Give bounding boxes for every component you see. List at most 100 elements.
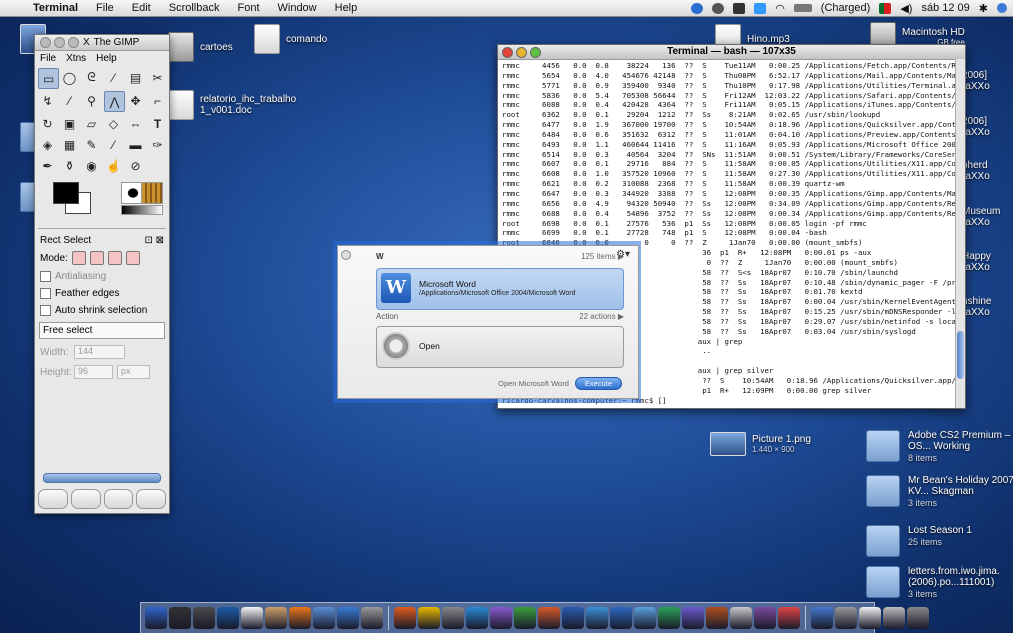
color-select-tool-icon[interactable]: ▤ xyxy=(126,68,145,87)
flip-tool-icon[interactable]: ⇔ xyxy=(126,114,145,133)
close-button[interactable] xyxy=(502,47,513,58)
mode-replace-button[interactable] xyxy=(71,251,86,265)
dock-app-icon[interactable] xyxy=(538,607,560,629)
desktop-folder-mrbean[interactable]: Mr Bean's Holiday 2007 KV... Skagman 3 it… xyxy=(866,475,1013,508)
search-query[interactable]: W xyxy=(376,252,384,261)
dock-app-icon[interactable] xyxy=(907,607,929,629)
minimize-button[interactable] xyxy=(54,37,65,48)
dock-app-icon[interactable] xyxy=(217,607,239,629)
dock-app-icon[interactable] xyxy=(394,607,416,629)
menu-terminal[interactable]: Terminal xyxy=(24,2,87,14)
menu-window[interactable]: Window xyxy=(269,2,326,14)
scale-tool-icon[interactable]: ▣ xyxy=(60,114,79,133)
spotlight-icon[interactable] xyxy=(997,3,1007,13)
lasso-tool-icon[interactable]: ᘓ xyxy=(82,68,101,87)
dodge-burn-tool-icon[interactable]: ⊘ xyxy=(126,156,145,175)
perspective-tool-icon[interactable]: ◇ xyxy=(104,114,123,133)
wifi-icon[interactable]: ◠ xyxy=(775,2,785,15)
mode-intersect-button[interactable] xyxy=(125,251,140,265)
zoom-button[interactable] xyxy=(68,37,79,48)
dock-app-icon[interactable] xyxy=(289,607,311,629)
close-icon[interactable] xyxy=(341,250,351,260)
zoom-button[interactable] xyxy=(530,47,541,58)
input-flag-icon[interactable] xyxy=(879,2,892,14)
dock-app-icon[interactable] xyxy=(241,607,263,629)
save-options-button[interactable] xyxy=(38,489,68,509)
move-tool-icon[interactable]: ✥ xyxy=(126,91,145,110)
dock-app-icon[interactable] xyxy=(337,607,359,629)
dock-app-icon[interactable] xyxy=(490,607,512,629)
rect-select-tool-icon[interactable]: ▭ xyxy=(38,68,59,89)
dock-app-icon[interactable] xyxy=(610,607,632,629)
execute-button[interactable]: Execute xyxy=(574,377,622,390)
dock-app-icon[interactable] xyxy=(442,607,464,629)
magic-wand-tool-icon[interactable]: ⁄ xyxy=(104,68,123,87)
blur-tool-icon[interactable]: ◉ xyxy=(82,156,101,175)
tool-options-buttons-icon[interactable]: ⊡ ⊠ xyxy=(144,235,164,246)
sync-status-icon[interactable] xyxy=(712,2,725,14)
desktop-icon-cartoes[interactable]: cartoes xyxy=(168,32,233,62)
bluetooth-status-icon[interactable] xyxy=(754,2,767,14)
feather-checkbox[interactable] xyxy=(40,288,51,299)
desktop-label-truncated[interactable]: 2006] -aXXo xyxy=(962,116,990,138)
pencil-tool-icon[interactable]: ✎ xyxy=(82,135,101,154)
paths-tool-icon[interactable]: ↯ xyxy=(38,91,57,110)
items-count[interactable]: 125 items ▶ xyxy=(581,252,624,261)
gimp-menu-file[interactable]: File xyxy=(40,53,56,64)
measure-tool-icon[interactable]: ⋀ xyxy=(104,91,125,112)
selection-mode-select[interactable]: Free select xyxy=(39,322,165,339)
close-button[interactable] xyxy=(40,37,51,48)
terminal-scrollbar[interactable] xyxy=(955,59,965,408)
menu-edit[interactable]: Edit xyxy=(123,2,160,14)
desktop-label-truncated[interactable]: nshine -aXXo xyxy=(962,296,991,318)
width-field[interactable]: 144 xyxy=(74,345,125,359)
direct-object-pane[interactable]: W Microsoft Word /Applications/Microsoft… xyxy=(376,268,624,310)
paintbrush-tool-icon[interactable]: ⁄ xyxy=(104,135,123,154)
minimize-button[interactable] xyxy=(516,47,527,58)
dock-app-icon[interactable] xyxy=(193,607,215,629)
desktop-label-truncated[interactable]: pherd -aXXo xyxy=(962,160,990,182)
dock-app-icon[interactable] xyxy=(361,607,383,629)
desktop-folder-letters[interactable]: letters.from.iwo.jima.(2006).po...111001… xyxy=(866,566,1013,599)
dock-app-icon[interactable] xyxy=(778,607,800,629)
desktop-icon-relatorio[interactable]: relatorio_ihc_trabalho 1_v001.doc xyxy=(168,90,296,120)
shear-tool-icon[interactable]: ▱ xyxy=(82,114,101,133)
mode-add-button[interactable] xyxy=(89,251,104,265)
mode-subtract-button[interactable] xyxy=(107,251,122,265)
dock-app-icon[interactable] xyxy=(811,607,833,629)
crop-tool-icon[interactable]: ⌐ xyxy=(148,91,167,110)
dock-app-icon[interactable] xyxy=(859,607,881,629)
airbrush-tool-icon[interactable]: ✑ xyxy=(148,135,167,154)
antialiasing-checkbox[interactable] xyxy=(40,271,51,282)
desktop-icon-picture[interactable]: Picture 1.png 1.440 × 900 xyxy=(710,432,811,456)
clone-tool-icon[interactable]: ⚱ xyxy=(60,156,79,175)
bluetooth-icon[interactable]: ✱ xyxy=(979,2,988,15)
dock-app-icon[interactable] xyxy=(466,607,488,629)
dock-app-icon[interactable] xyxy=(313,607,335,629)
desktop-label-truncated[interactable]: 2006] -aXXo xyxy=(962,70,990,92)
gradient-preview[interactable] xyxy=(121,205,163,215)
dock-app-icon[interactable] xyxy=(883,607,905,629)
restore-options-button[interactable] xyxy=(70,489,101,509)
gimp-menu-xtns[interactable]: Xtns xyxy=(66,53,86,64)
gimp-titlebar[interactable]: X The GIMP xyxy=(35,35,169,51)
dock-app-icon[interactable] xyxy=(169,607,191,629)
dock-app-icon[interactable] xyxy=(730,607,752,629)
menubar-clock[interactable]: sáb 12 09 xyxy=(921,2,969,14)
color-picker-tool-icon[interactable]: ⁄ xyxy=(60,91,79,110)
volume-icon[interactable]: ◀) xyxy=(900,2,912,15)
menu-help[interactable]: Help xyxy=(326,2,367,14)
dock-app-icon[interactable] xyxy=(562,607,584,629)
reset-options-button[interactable] xyxy=(136,489,166,509)
delete-options-button[interactable] xyxy=(103,489,134,509)
desktop-label-truncated[interactable]: Happy -aXXo xyxy=(962,251,991,273)
gimp-menu-help[interactable]: Help xyxy=(96,53,117,64)
dock-app-icon[interactable] xyxy=(145,607,167,629)
scrollbar-thumb[interactable] xyxy=(957,331,964,379)
desktop-folder-adobe[interactable]: Adobe CS2 Premium – Mac OS... Working8 i… xyxy=(866,430,1013,463)
zoom-tool-icon[interactable]: ⚲ xyxy=(82,91,101,110)
dock-app-icon[interactable] xyxy=(265,607,287,629)
height-field[interactable]: 96 xyxy=(74,365,113,379)
foreground-color-swatch[interactable] xyxy=(53,182,79,204)
menu-file[interactable]: File xyxy=(87,2,123,14)
